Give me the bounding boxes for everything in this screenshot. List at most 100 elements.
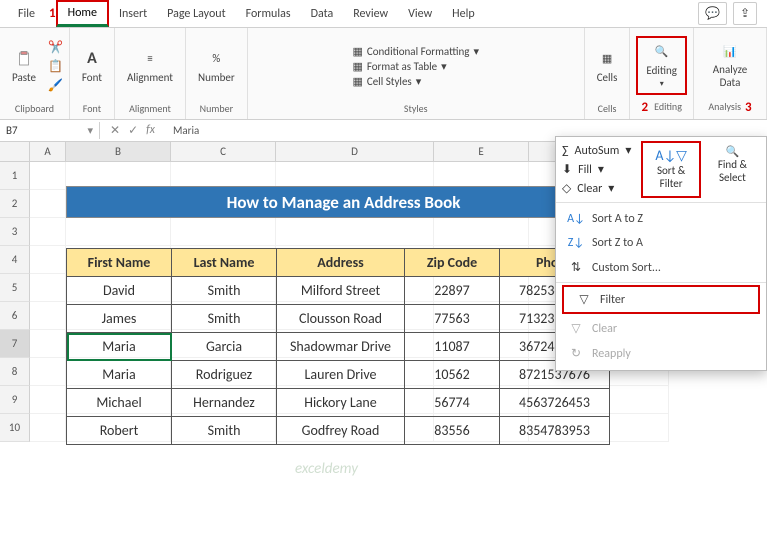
enter-icon[interactable]: ✓ <box>128 123 138 138</box>
fill-icon: ⬇ <box>562 162 572 177</box>
alignment-icon: ≡ <box>140 49 160 69</box>
group-clipboard: Paste ✂️ 📋 🖌️ Clipboard <box>0 28 70 119</box>
menu-sort-za[interactable]: Z↓ Sort Z to A <box>556 231 766 255</box>
font-group-label: Font <box>83 100 101 117</box>
row-header-9[interactable]: 9 <box>0 386 30 414</box>
cancel-icon[interactable]: ✕ <box>110 123 120 138</box>
custom-sort-label: Custom Sort... <box>592 261 661 275</box>
sigma-icon: ∑ <box>562 144 569 158</box>
alignment-label: Alignment <box>127 71 173 84</box>
analyze-button[interactable]: 📊Analyze Data <box>700 39 760 91</box>
menu-filter[interactable]: ▽Filter <box>562 285 760 314</box>
tab-view[interactable]: View <box>398 3 442 25</box>
select-all-corner[interactable] <box>0 142 30 161</box>
tab-data[interactable]: Data <box>301 3 344 25</box>
menu-sort-az[interactable]: A↓Sort A to Z <box>556 207 766 231</box>
custom-sort-icon: ⇅ <box>568 260 584 275</box>
ribbon-tabs: File 1 Home Insert Page Layout Formulas … <box>0 0 767 28</box>
group-editing: 🔍Editing▾ 2 Editing <box>630 28 694 119</box>
tab-review[interactable]: Review <box>343 3 398 25</box>
fill-label: Fill <box>578 163 592 177</box>
sort-za-label: Sort Z to A <box>592 236 643 250</box>
cells-icon: ▦ <box>597 49 617 69</box>
fx-icon[interactable]: fx <box>146 123 155 138</box>
menu-custom-sort[interactable]: ⇅ Custom Sort... <box>556 255 766 280</box>
table-row: MariaRodriguezLauren Drive10562872153767… <box>67 361 610 389</box>
clear-label: Clear <box>577 182 602 196</box>
th-zip[interactable]: Zip Code <box>405 249 500 277</box>
eraser-icon: ◇ <box>562 181 571 196</box>
fill-button[interactable]: ⬇Fill ▾ <box>562 162 631 177</box>
group-font: AFont Font <box>70 28 115 119</box>
row-header-7[interactable]: 7 <box>0 330 30 358</box>
tab-file[interactable]: File <box>8 3 45 25</box>
editing-group-label: Editing <box>654 100 682 115</box>
paste-button[interactable]: Paste <box>6 47 42 86</box>
group-cells: ▦ Cells Cells <box>585 28 631 119</box>
analyze-icon: 📊 <box>720 41 740 61</box>
comments-icon[interactable]: 💬 <box>698 2 727 25</box>
tab-help[interactable]: Help <box>442 3 485 25</box>
find-select-button[interactable]: 🔍 Find & Select <box>703 141 762 198</box>
font-button[interactable]: AFont <box>76 47 108 86</box>
conditional-formatting-button[interactable]: ▦Conditional Formatting ▾ <box>352 45 479 58</box>
sort-filter-menu: A↓Sort A to Z Z↓ Sort Z to A ⇅ Custom Sort… <box>556 203 766 370</box>
paste-icon <box>14 49 34 69</box>
row-header-10[interactable]: 10 <box>0 414 30 442</box>
number-button[interactable]: %Number <box>192 47 241 86</box>
th-last-name[interactable]: Last Name <box>172 249 277 277</box>
cond-format-label: Conditional Formatting <box>367 45 470 58</box>
clipboard-group-label: Clipboard <box>15 100 54 117</box>
number-group-label: Number <box>200 100 233 117</box>
clear-button[interactable]: ◇Clear ▾ <box>562 181 631 196</box>
cells-group-label: Cells <box>598 100 617 117</box>
row-header-3[interactable]: 3 <box>0 218 30 246</box>
tab-formulas[interactable]: Formulas <box>236 3 301 25</box>
row-header-6[interactable]: 6 <box>0 302 30 330</box>
ribbon: Paste ✂️ 📋 🖌️ Clipboard AFont Font ≡ Alig… <box>0 28 767 120</box>
col-header-e[interactable]: E <box>434 142 529 161</box>
tab-page-layout[interactable]: Page Layout <box>157 3 235 25</box>
row-header-4[interactable]: 4 <box>0 246 30 274</box>
row-header-8[interactable]: 8 <box>0 358 30 386</box>
format-as-table-button[interactable]: ▦Format as Table ▾ <box>352 60 479 73</box>
share-icon[interactable]: ⇪ <box>733 2 757 25</box>
row-header-1[interactable]: 1 <box>0 162 30 190</box>
cells-button[interactable]: ▦ Cells <box>591 47 624 86</box>
alignment-button[interactable]: ≡ Alignment <box>121 47 179 86</box>
reapply-label: Reapply <box>592 347 631 361</box>
sort-az-label: Sort A to Z <box>592 212 643 226</box>
col-header-c[interactable]: C <box>171 142 276 161</box>
th-first-name[interactable]: First Name <box>67 249 172 277</box>
clear-filter-label: Clear <box>592 322 617 336</box>
format-painter-icon[interactable]: 🖌️ <box>48 78 63 93</box>
name-box-value: B7 <box>6 124 18 137</box>
watermark: exceldemy <box>295 460 358 478</box>
col-header-a[interactable]: A <box>30 142 66 161</box>
autosum-button[interactable]: ∑AutoSum ▾ <box>562 143 631 158</box>
tab-insert[interactable]: Insert <box>109 3 157 25</box>
col-header-b[interactable]: B <box>66 142 171 161</box>
table-row: DavidSmithMilford Street228977825345673 <box>67 277 610 305</box>
find-icon: 🔍 <box>726 145 740 158</box>
cells-label: Cells <box>597 71 618 84</box>
format-table-icon: ▦ <box>352 60 362 73</box>
name-box[interactable]: B7▾ <box>0 122 100 139</box>
cut-icon[interactable]: ✂️ <box>48 40 63 55</box>
th-address[interactable]: Address <box>277 249 405 277</box>
alignment-group-label: Alignment <box>129 100 171 117</box>
sort-za-icon: Z↓ <box>568 236 584 250</box>
copy-icon[interactable]: 📋 <box>48 59 63 74</box>
row-header-2[interactable]: 2 <box>0 190 30 218</box>
tab-home[interactable]: Home <box>56 0 109 27</box>
row-header-5[interactable]: 5 <box>0 274 30 302</box>
analysis-group-label: Analysis <box>708 100 741 115</box>
col-header-d[interactable]: D <box>276 142 434 161</box>
cell-styles-button[interactable]: ▦Cell Styles ▾ <box>352 75 479 88</box>
analysis-group-label-row: Analysis 3 <box>708 98 751 117</box>
sort-filter-button[interactable]: A↓▽ Sort & Filter <box>641 141 700 198</box>
menu-clear: ▽Clear <box>556 316 766 341</box>
editing-button[interactable]: 🔍Editing▾ <box>640 40 683 91</box>
table-row: MichaelHernandezHickory Lane567744563726… <box>67 389 610 417</box>
annotation-1: 1 <box>49 6 56 21</box>
